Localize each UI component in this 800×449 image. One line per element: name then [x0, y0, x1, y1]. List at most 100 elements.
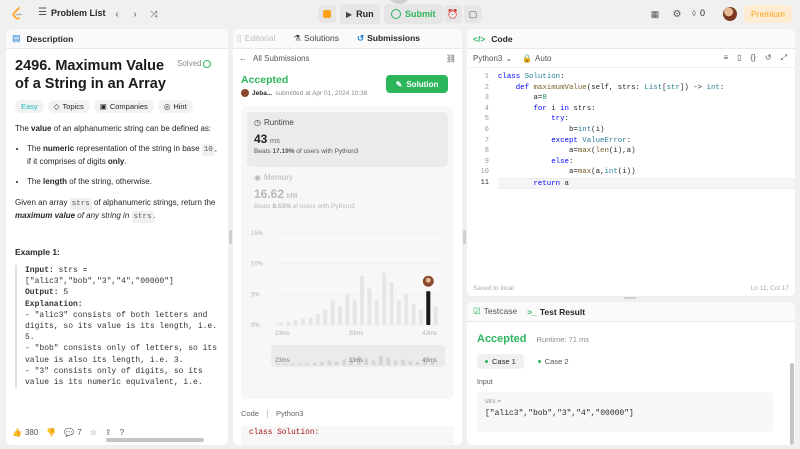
comments-button[interactable]: 💬 7: [64, 428, 81, 437]
bar: [352, 300, 357, 325]
bar: [418, 309, 423, 325]
problem-list-button[interactable]: ☰ Problem List: [38, 7, 105, 18]
list-item: The length of the string, otherwise.: [27, 176, 219, 188]
difficulty-badge[interactable]: Easy: [15, 100, 44, 113]
overview-bar: [342, 359, 346, 365]
all-submissions-bar: ← All Submissions ⛓: [233, 49, 462, 67]
solution-button[interactable]: ✎ Solution: [386, 75, 448, 93]
code-line[interactable]: try:: [498, 114, 795, 125]
lock-icon: ▣: [99, 102, 107, 111]
case-1-tab[interactable]: Case 1: [477, 354, 524, 369]
debug-button[interactable]: [318, 5, 336, 23]
editor-status-bar: Saved to local Ln 11, Col 17: [473, 285, 789, 292]
overview-bar: [298, 363, 302, 365]
code-line[interactable]: a=0: [498, 93, 795, 104]
note-icon: ▢: [468, 8, 478, 19]
settings-button[interactable]: ⚙: [668, 5, 686, 23]
example-title: Example 1:: [15, 247, 60, 257]
splitter-left[interactable]: [229, 230, 232, 244]
tab-test-result[interactable]: >_ Test Result: [527, 307, 585, 317]
link-icon[interactable]: ⛓: [446, 54, 456, 63]
help-button[interactable]: ?: [120, 428, 124, 437]
play-icon: ▶: [346, 9, 353, 19]
random-problem-button[interactable]: ⤨: [145, 5, 163, 23]
next-problem-button[interactable]: ›: [126, 5, 144, 23]
premium-button[interactable]: Premium: [744, 5, 793, 23]
hint-tag[interactable]: ◎ Hint: [157, 100, 193, 113]
favorite-button[interactable]: ☆: [90, 428, 97, 437]
bar: [293, 320, 298, 325]
format-icon[interactable]: ≡: [723, 53, 728, 63]
question-icon: ?: [119, 427, 125, 437]
code-line[interactable]: else:: [498, 157, 795, 168]
list-icon: ☰: [38, 7, 47, 18]
share-button[interactable]: ⇪: [105, 428, 112, 437]
tab-submissions[interactable]: ↺ Submissions: [357, 33, 420, 44]
bug-icon: [323, 10, 331, 18]
streak-counter[interactable]: ◊ 0: [692, 8, 705, 18]
expand-icon[interactable]: ⤢: [781, 53, 787, 63]
flask-icon: ⚗: [293, 33, 302, 43]
bar: [433, 306, 438, 325]
notes-button[interactable]: ▢: [464, 5, 482, 23]
document-icon: ▤: [12, 33, 21, 43]
splitter-right[interactable]: [463, 230, 466, 244]
companies-tag[interactable]: ▣ Companies: [93, 100, 154, 113]
edit-icon: ✎: [395, 79, 403, 89]
overview-bar: [364, 358, 369, 365]
overview-bar: [393, 360, 398, 365]
all-submissions-link[interactable]: All Submissions: [253, 54, 309, 63]
tab-description[interactable]: Description: [27, 34, 74, 44]
bookmark-icon[interactable]: ▯: [737, 53, 741, 63]
horizontal-scrollbar[interactable]: [106, 438, 204, 442]
like-button[interactable]: 👍 380: [12, 428, 38, 437]
input-value-box: strs = ["alic3","bob","3","4","00000"]: [477, 392, 773, 432]
language-select[interactable]: Python3 ⌄: [473, 54, 512, 63]
y-tick-label: 15%: [251, 231, 264, 237]
bar: [286, 321, 291, 325]
code-line[interactable]: a=max(len(i),a): [498, 146, 795, 157]
vertical-scrollbar[interactable]: [790, 363, 794, 445]
layout-button[interactable]: ▦: [646, 5, 664, 23]
code-content[interactable]: class Solution: def maximumValue(self, s…: [498, 72, 795, 189]
bar: [323, 309, 328, 325]
code-editor[interactable]: 1 2 3 4 5 6 7 8 9 10 11 class Solution: def maximu…: [467, 68, 795, 263]
submit-button[interactable]: Submit: [384, 4, 443, 24]
overview-bar: [371, 360, 376, 365]
avatar[interactable]: [723, 7, 737, 21]
test-result-panel: ☑ Testcase >_ Test Result Accepted Runtime…: [467, 302, 795, 445]
gear-icon: ⚙: [672, 8, 682, 20]
code-line[interactable]: return a: [498, 177, 795, 189]
auto-mode-toggle[interactable]: 🔒 Auto: [522, 54, 551, 63]
tab-testcase[interactable]: ☑ Testcase: [473, 306, 517, 317]
code-line[interactable]: class Solution:: [498, 72, 795, 83]
bar: [301, 318, 306, 325]
splitter-horizontal[interactable]: [624, 297, 636, 299]
run-button[interactable]: ▶ Run: [340, 4, 380, 24]
description-footer: 👍 380 👎 💬 7 ☆ ⇪ ?: [6, 419, 228, 445]
dislike-button[interactable]: 👎: [46, 428, 56, 437]
code-line[interactable]: for i in strs:: [498, 104, 795, 115]
code-line[interactable]: b=int(i): [498, 125, 795, 136]
prev-problem-button[interactable]: ‹: [108, 5, 126, 23]
case-2-tab[interactable]: Case 2: [530, 354, 577, 369]
top-bar: ☰ Problem List ‹ › ⤨ ▶ Run Submit ⏰ ▢ ▦ …: [0, 0, 800, 28]
code-line[interactable]: def maximumValue(self, strs: List[str]) …: [498, 83, 795, 94]
x-tick-label: 23ms: [275, 331, 290, 337]
timer-button[interactable]: ⏰: [444, 5, 462, 23]
topics-tag[interactable]: ◇ Topics: [47, 100, 90, 113]
back-arrow-icon[interactable]: ←: [239, 54, 247, 63]
memory-box[interactable]: ◉ Memory 16.62 MB Beats 8.53% of users wi…: [247, 167, 448, 219]
tab-solutions[interactable]: ⚗ Solutions: [293, 33, 339, 44]
leetcode-logo[interactable]: [8, 5, 26, 23]
runtime-distribution-chart[interactable]: 15% 10% 5% 0% 23ms 33ms 43ms 23ms 33ms 43ms: [247, 221, 447, 393]
example-block: Input: strs = ["alic3","bob","3","4","00…: [15, 265, 219, 389]
runtime-box[interactable]: ◷ Runtime 43 ms Beats 17.19% of users wit…: [247, 112, 448, 167]
bar: [330, 300, 335, 325]
tab-code[interactable]: Code: [491, 34, 512, 44]
braces-icon[interactable]: {}: [751, 53, 756, 63]
reset-icon[interactable]: ↺: [765, 53, 772, 63]
tab-editorial[interactable]: ▯ Editorial: [237, 33, 275, 44]
code-line[interactable]: except ValueError:: [498, 136, 795, 147]
code-line[interactable]: a=max(a,int(i)): [498, 167, 795, 178]
